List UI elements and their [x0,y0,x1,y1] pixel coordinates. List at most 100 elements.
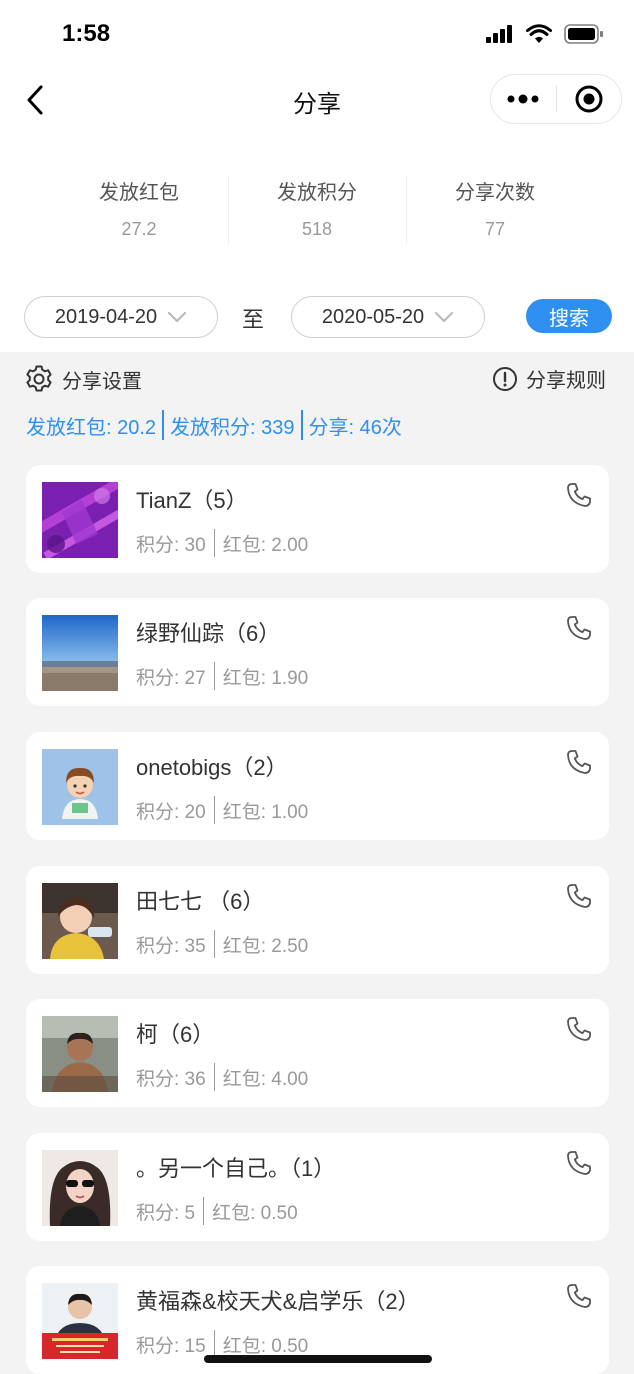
search-button[interactable]: 搜索 [526,299,612,333]
phone-icon [567,616,591,640]
avatar [42,482,118,558]
phone-icon [567,1284,591,1308]
call-button[interactable] [565,1015,593,1043]
phone-icon [567,1017,591,1041]
miniprogram-capsule [490,74,622,124]
user-points: 积分: 30 [136,534,206,556]
user-card[interactable]: 田七七 （6） 积分: 35 红包: 2.50 [26,866,609,974]
share-tools-bar: 分享设置 分享规则 [0,364,634,398]
call-button[interactable] [565,614,593,642]
user-red-packet: 红包: 0.50 [222,1335,309,1357]
user-name: 黄福森&校天犬&启学乐（2） [136,1289,420,1314]
share-settings-button[interactable]: 分享设置 [24,364,142,394]
man-red-banner-avatar-icon [42,1283,118,1359]
home-indicator[interactable] [204,1355,432,1363]
user-stats: 积分: 27 红包: 1.90 [136,662,308,690]
user-red-packet: 红包: 4.00 [222,1068,309,1090]
divider [213,529,215,557]
filtered-summary: 发放红包: 20.2 发放积分: 339 分享: 46次 [26,410,402,440]
user-card[interactable]: TianZ（5） 积分: 30 红包: 2.00 [26,465,609,573]
user-name: 绿野仙踪（6） [136,621,281,646]
avatar [42,615,118,691]
date-filter: 2019-04-20 至 2020-05-20 搜索 [0,296,634,340]
user-red-packet: 红包: 1.90 [222,667,309,689]
user-red-packet: 红包: 2.50 [222,935,309,957]
user-name: 田七七 （6） [136,889,265,914]
avatar [42,749,118,825]
user-points: 积分: 5 [136,1202,196,1224]
share-rules-label: 分享规则 [526,370,606,392]
divider [213,662,215,690]
user-name: onetobigs（2） [136,755,288,780]
user-points: 积分: 15 [136,1335,206,1357]
gear-icon [26,365,52,392]
divider [213,1330,215,1358]
user-name: 。另一个自己。（1） [136,1156,336,1181]
avatar [42,1016,118,1092]
status-bar: 1:58 [0,0,634,70]
user-card[interactable]: 。另一个自己。（1） 积分: 5 红包: 0.50 [26,1133,609,1241]
phone-icon [567,750,591,774]
user-stats: 积分: 5 红包: 0.50 [136,1197,298,1225]
divider [162,410,165,440]
share-rules-button[interactable]: 分享规则 [492,364,606,393]
man-photo-avatar-icon [42,1016,118,1092]
cartoon-boy-avatar-icon [42,749,118,825]
user-card[interactable]: 绿野仙踪（6） 积分: 27 红包: 1.90 [26,598,609,706]
summary-shares: 分享: 46次 [308,416,402,439]
stat-value: 77 [484,219,506,239]
user-stats: 积分: 35 红包: 2.50 [136,930,308,958]
user-card[interactable]: onetobigs（2） 积分: 20 红包: 1.00 [26,732,609,840]
stat-label: 发放红包 [99,182,179,204]
divider [203,1197,205,1225]
stats-summary: 发放红包 27.2 发放积分 518 分享次数 77 [50,176,584,246]
battery-icon [564,24,603,44]
share-settings-label: 分享设置 [62,370,142,393]
divider [300,410,303,440]
end-date-value: 2020-05-20 [321,305,425,328]
start-date-picker[interactable]: 2019-04-20 [24,296,218,338]
close-miniprogram-button[interactable] [557,75,622,123]
divider [213,1063,215,1091]
user-card[interactable]: 柯（6） 积分: 36 红包: 4.00 [26,999,609,1107]
chevron-down-icon [168,311,187,323]
woman-sunglasses-avatar-icon [42,1150,118,1226]
start-date-value: 2019-04-20 [54,305,158,328]
tianz-purple-avatar-icon [42,482,118,558]
user-red-packet: 红包: 0.50 [212,1202,298,1224]
avatar [42,1283,118,1359]
divider [213,796,215,824]
user-points: 积分: 35 [136,935,206,957]
more-dots-icon [507,94,539,104]
status-icons [486,24,604,44]
stat-label: 发放积分 [277,182,357,204]
phone-icon [567,884,591,908]
more-button[interactable] [491,75,556,123]
user-red-packet: 红包: 1.00 [222,801,309,823]
beach-sky-avatar-icon [42,615,118,691]
date-range-separator: 至 [242,307,265,332]
status-time: 1:58 [62,20,111,47]
child-photo-avatar-icon [42,883,118,959]
call-button[interactable] [565,1282,593,1310]
divider [213,930,215,958]
info-circle-icon [493,366,517,391]
user-name: 柯（6） [136,1022,215,1047]
user-stats: 积分: 30 红包: 2.00 [136,529,308,557]
user-stats: 积分: 36 红包: 4.00 [136,1063,308,1091]
end-date-picker[interactable]: 2020-05-20 [291,296,485,338]
call-button[interactable] [565,1149,593,1177]
summary-red-packet: 发放红包: 20.2 [26,416,157,439]
user-points: 积分: 27 [136,667,206,689]
user-red-packet: 红包: 2.00 [222,534,309,556]
stat-value: 27.2 [121,219,157,239]
call-button[interactable] [565,481,593,509]
target-circle-icon [575,85,603,113]
user-points: 积分: 20 [136,801,206,823]
stat-points: 发放积分 518 [228,176,406,246]
user-points: 积分: 36 [136,1068,206,1090]
nav-bar: 分享 [0,70,634,130]
phone-icon [567,483,591,507]
call-button[interactable] [565,882,593,910]
call-button[interactable] [565,748,593,776]
